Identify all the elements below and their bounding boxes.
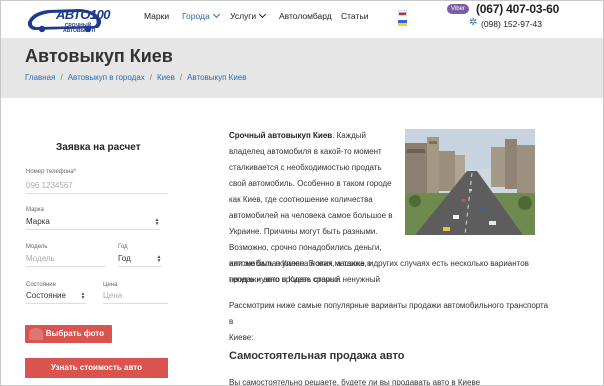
intro-line: владелец автомобиля в какой-то момент xyxy=(229,147,382,156)
model-input[interactable]: Модель xyxy=(26,253,106,267)
nav-marks[interactable]: Марки xyxy=(144,11,169,21)
breadcrumb-item[interactable]: Киев xyxy=(157,73,175,82)
intro-line: автомобилей на человека самое большое в xyxy=(229,211,393,220)
intro-tail-line: автомобиль в Киеве. В этих, а также в др… xyxy=(229,259,529,268)
model-label: Модель xyxy=(26,244,48,250)
language-switcher xyxy=(398,10,407,30)
site-header: АВТО100 СРОЧНЫЙ АВТОВЫКУП Марки Города У… xyxy=(0,0,604,38)
site-logo[interactable]: АВТО100 СРОЧНЫЙ АВТОВЫКУП xyxy=(26,4,111,34)
viber-badge[interactable]: Viber xyxy=(447,4,469,14)
brand-select-value: Марка xyxy=(26,217,50,226)
year-select[interactable]: Год ▲ ▼ xyxy=(118,253,162,267)
year-select-value: Год xyxy=(118,254,131,263)
phone-input[interactable]: 096 1234567 xyxy=(26,180,168,194)
chevron-down-icon xyxy=(212,10,220,19)
breadcrumb-item[interactable]: Автовыкуп в городах xyxy=(68,73,145,82)
logo-subtitle: СРОЧНЫЙ АВТОВЫКУП xyxy=(63,23,96,34)
options-line: Рассмотрим ниже самые популярные вариант… xyxy=(229,301,549,326)
select-arrows-icon: ▲ ▼ xyxy=(80,291,86,301)
nav-services[interactable]: Услуги xyxy=(230,10,267,21)
logo-text: АВТО100 xyxy=(56,7,111,22)
condition-select[interactable]: Состояние ▲ ▼ xyxy=(26,290,86,304)
intro-line: Возможно, срочно понадобились деньги, xyxy=(229,243,382,252)
breadcrumb: Главная / Автовыкуп в городах / Киев / Автовык… xyxy=(25,73,246,82)
section-paragraph: Вы самостоятельно решаете, будете ли вы … xyxy=(229,378,481,386)
year-label: Год xyxy=(118,244,128,250)
intro-line: Украине. Причины могут быть разными. xyxy=(229,227,378,236)
kyiv-highway-photo xyxy=(405,129,535,235)
nav-cities-label: Города xyxy=(182,11,210,21)
intro-line: свой автомобиль. Особенно в таком городе xyxy=(229,179,392,188)
phone-alt[interactable]: (098) 152-97-43 xyxy=(481,19,542,29)
page-title: Автовыкуп Киев xyxy=(25,46,173,66)
breadcrumb-separator: / xyxy=(149,73,153,82)
select-arrows-icon: ▲ ▼ xyxy=(156,254,162,264)
intro-tail-line: продажи авто в Киеве срочно. xyxy=(229,275,341,284)
condition-select-value: Состояние xyxy=(26,291,66,300)
form-title: Заявка на расчет xyxy=(56,142,141,153)
flag-ua-icon[interactable] xyxy=(398,20,407,26)
phone-label: Номер телефона* xyxy=(26,169,77,175)
breadcrumb-separator: / xyxy=(179,73,183,82)
brand-select[interactable]: Марка ▲ ▼ xyxy=(26,216,160,230)
section-heading: Самостоятельная продажа авто xyxy=(229,350,405,362)
brand-label: Марка xyxy=(26,207,44,213)
city-road-image xyxy=(405,129,535,235)
nav-pawnshop[interactable]: Автоломбард xyxy=(279,11,332,21)
nav-articles[interactable]: Статьи xyxy=(341,11,369,21)
breadcrumb-separator: / xyxy=(60,73,63,82)
kyivstar-icon: ✲ xyxy=(469,17,478,28)
chevron-down-icon xyxy=(259,10,267,19)
intro-line: сталкивается с необходимостью продать xyxy=(229,163,382,172)
nav-services-label: Услуги xyxy=(230,11,257,21)
options-line: Киеве: xyxy=(229,333,254,342)
condition-label: Состояние xyxy=(26,282,56,288)
phone-main[interactable]: (067) 407-03-60 xyxy=(476,2,559,16)
get-price-button[interactable]: Узнать стоимость авто xyxy=(25,358,168,378)
nav-cities[interactable]: Города xyxy=(182,10,220,21)
choose-photo-label: Выбрать фото xyxy=(45,329,104,338)
price-label: Цена xyxy=(103,282,118,288)
breadcrumb-item[interactable]: Главная xyxy=(25,73,55,82)
breadcrumb-item[interactable]: Автовыкуп Киев xyxy=(187,73,246,82)
lead-text: Срочный автовыкуп Киев xyxy=(229,131,333,140)
flag-ru-icon[interactable] xyxy=(398,10,407,16)
intro-line: как Киев, где соотношение количества xyxy=(229,195,373,204)
camera-icon xyxy=(29,328,43,340)
select-arrows-icon: ▲ ▼ xyxy=(154,217,160,227)
options-paragraph: Рассмотрим ниже самые популярные вариант… xyxy=(229,298,551,346)
choose-photo-button[interactable]: Выбрать фото xyxy=(25,325,112,343)
intro-continuation: автомобиль в Киеве. В этих, а также в др… xyxy=(229,256,551,288)
price-input[interactable]: Цена xyxy=(103,290,168,304)
